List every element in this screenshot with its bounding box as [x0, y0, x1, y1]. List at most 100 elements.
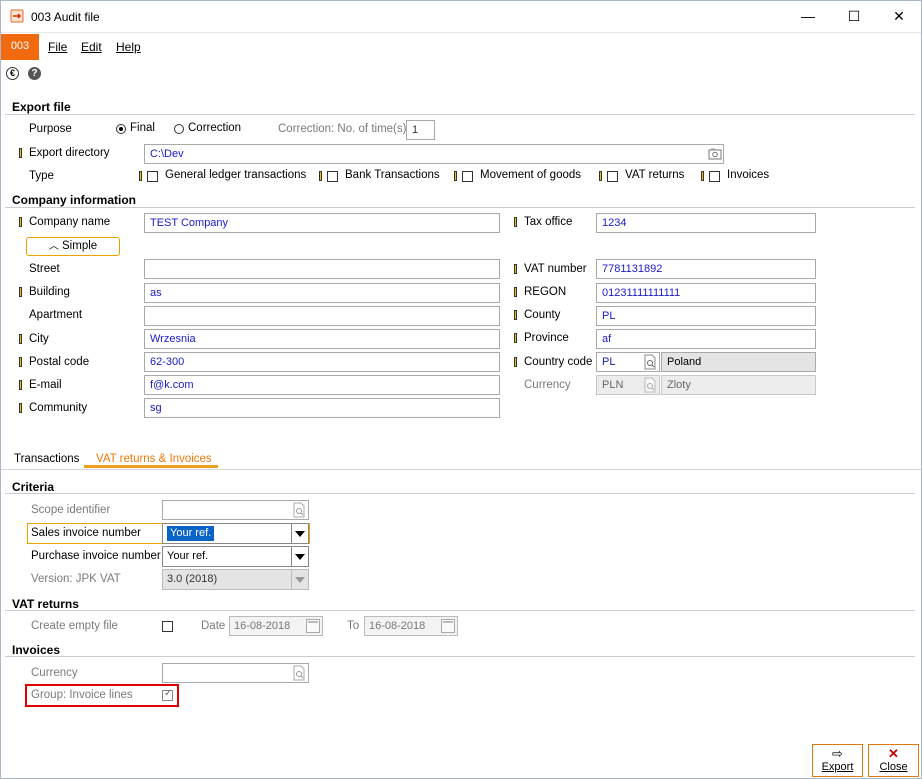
lookup-search-icon[interactable] — [642, 354, 658, 370]
purpose-label: Purpose — [29, 123, 72, 135]
menu-badge[interactable]: 003 — [1, 34, 39, 60]
section-invoices: Invoices — [12, 643, 61, 657]
purpose-correction-radio[interactable] — [174, 124, 184, 134]
maximize-button[interactable]: ☐ — [831, 1, 877, 32]
close-window-button[interactable]: ✕ — [876, 1, 922, 32]
sales-invoice-label: Sales invoice number — [31, 527, 141, 539]
email-input[interactable]: f@k.com — [144, 375, 500, 395]
create-empty-file-label: Create empty file — [31, 620, 118, 632]
required-marker — [514, 287, 517, 297]
section-export-file: Export file — [12, 100, 71, 114]
postal-code-label: Postal code — [29, 356, 90, 368]
tab-vat-returns-invoices[interactable]: VAT returns & Invoices — [96, 453, 212, 465]
divider — [5, 610, 915, 611]
audit-file-window: 003 Audit file — ☐ ✕ 003 File Edit Help … — [0, 0, 922, 779]
lookup-search-icon[interactable] — [291, 502, 307, 518]
type-goods-checkbox[interactable] — [462, 171, 473, 182]
apartment-input[interactable] — [144, 306, 500, 326]
simple-toggle-button[interactable]: ︿ Simple — [26, 237, 120, 256]
province-label: Province — [524, 332, 569, 344]
purpose-final-radio[interactable] — [116, 124, 126, 134]
building-input[interactable]: as — [144, 283, 500, 303]
divider — [1, 469, 921, 470]
regon-input[interactable]: 01231111111111 — [596, 283, 816, 303]
chevron-up-icon: ︿ — [48, 241, 59, 252]
invoice-currency-input[interactable] — [162, 663, 309, 683]
menu-help[interactable]: Help — [116, 40, 141, 54]
purpose-final-label: Final — [130, 122, 155, 134]
purchase-invoice-value: Your ref. — [167, 550, 209, 562]
regon-label: REGON — [524, 286, 567, 298]
close-button[interactable]: ✕ Close — [868, 744, 919, 777]
to-date-input[interactable]: 16-08-2018 — [364, 616, 458, 636]
required-marker — [599, 171, 602, 181]
to-date-value: 16-08-2018 — [369, 620, 426, 632]
purchase-invoice-select[interactable]: Your ref. — [162, 546, 309, 567]
community-input[interactable]: sg — [144, 398, 500, 418]
scope-identifier-label: Scope identifier — [31, 504, 111, 516]
type-invoices-label: Invoices — [727, 169, 770, 181]
minimize-button[interactable]: — — [785, 1, 831, 32]
required-marker — [319, 171, 322, 181]
calendar-icon[interactable] — [306, 619, 320, 633]
group-invoice-lines-label: Group: Invoice lines — [31, 689, 133, 701]
menu-edit[interactable]: Edit — [81, 40, 102, 54]
street-input[interactable] — [144, 259, 500, 279]
lookup-search-icon[interactable] — [291, 665, 307, 681]
close-icon: ✕ — [888, 746, 899, 761]
city-label: City — [29, 333, 49, 345]
window-title: 003 Audit file — [31, 10, 100, 24]
euro-icon[interactable]: € — [6, 67, 19, 80]
close-button-label: Close — [879, 761, 908, 773]
menu-file[interactable]: File — [48, 40, 67, 54]
date-input[interactable]: 16-08-2018 — [229, 616, 323, 636]
tax-office-input[interactable]: 1234 — [596, 213, 816, 233]
company-name-input[interactable]: TEST Company — [144, 213, 500, 233]
version-select: 3.0 (2018) — [162, 569, 309, 590]
version-value: 3.0 (2018) — [167, 573, 218, 585]
type-vat-checkbox[interactable] — [607, 171, 618, 182]
section-vat-returns: VAT returns — [12, 597, 79, 611]
create-empty-file-checkbox[interactable] — [162, 621, 173, 632]
active-tab-indicator — [84, 465, 218, 468]
export-directory-input[interactable]: C:\Dev — [144, 144, 724, 164]
province-input[interactable]: af — [596, 329, 816, 349]
divider — [5, 656, 915, 657]
required-marker — [514, 310, 517, 320]
export-button[interactable]: ⇨ Export — [812, 744, 863, 777]
folder-browse-icon[interactable] — [707, 146, 723, 162]
type-bank-checkbox[interactable] — [327, 171, 338, 182]
required-marker — [19, 403, 22, 413]
type-gl-label: General ledger transactions — [165, 169, 307, 181]
building-label: Building — [29, 286, 70, 298]
required-marker — [514, 357, 517, 367]
required-marker — [19, 357, 22, 367]
export-button-label: Export — [821, 761, 854, 773]
type-invoices-checkbox[interactable] — [709, 171, 720, 182]
chevron-down-icon[interactable] — [291, 547, 308, 566]
postal-code-input[interactable]: 62-300 — [144, 352, 500, 372]
correction-count-input[interactable]: 1 — [406, 120, 435, 140]
vat-number-input[interactable]: 7781131892 — [596, 259, 816, 279]
city-input[interactable]: Wrzesnia — [144, 329, 500, 349]
title-bar: 003 Audit file — ☐ ✕ — [1, 1, 921, 32]
type-gl-checkbox[interactable] — [147, 171, 158, 182]
type-vat-label: VAT returns — [625, 169, 685, 181]
county-input[interactable]: PL — [596, 306, 816, 326]
scope-identifier-input[interactable] — [162, 500, 309, 520]
required-marker — [701, 171, 704, 181]
calendar-icon[interactable] — [441, 619, 455, 633]
country-name-field: Poland — [661, 352, 816, 372]
chevron-down-icon[interactable] — [291, 524, 308, 543]
group-invoice-lines-checkbox[interactable]: ✓ — [162, 688, 173, 701]
chevron-down-icon — [291, 570, 308, 589]
type-label: Type — [29, 170, 54, 182]
required-marker — [19, 217, 22, 227]
tab-transactions[interactable]: Transactions — [14, 453, 79, 465]
purpose-correction-label: Correction — [188, 122, 242, 134]
sales-invoice-select[interactable]: Your ref. — [162, 523, 309, 544]
required-marker — [19, 334, 22, 344]
currency-label: Currency — [524, 379, 571, 391]
sales-invoice-value: Your ref. — [167, 526, 215, 541]
help-icon[interactable]: ? — [28, 67, 41, 80]
